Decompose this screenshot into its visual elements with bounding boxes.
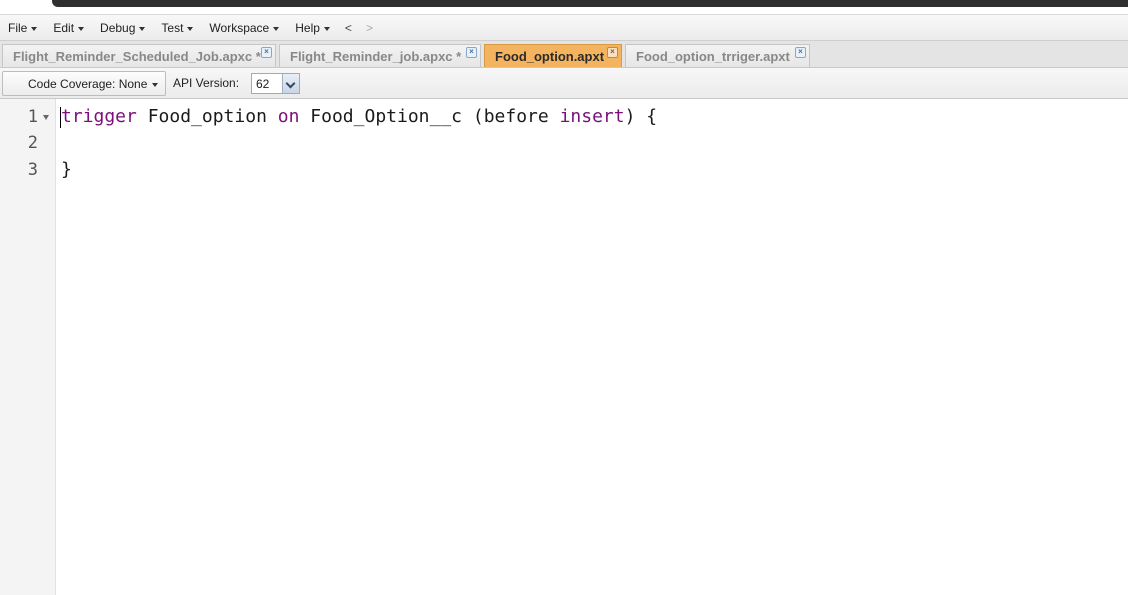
code-coverage-label: Code Coverage: None (28, 76, 148, 91)
identifier: Food_option (147, 106, 267, 127)
tab-label: Food_option_trriger.apxt (636, 48, 790, 64)
tab-food-option[interactable]: Food_option.apxt × (484, 44, 622, 67)
menu-bar: File Edit Debug Test Workspace Help < > (0, 14, 1128, 41)
code-coverage-dropdown[interactable]: Code Coverage: None (2, 71, 166, 96)
line-number-gutter: 1 2 3 (0, 99, 56, 595)
chevron-down-icon (31, 26, 38, 31)
tab-flight-reminder-scheduled-job[interactable]: Flight_Reminder_Scheduled_Job.apxc * × (2, 44, 276, 67)
chevron-down-icon (323, 26, 330, 31)
keyword: trigger (61, 106, 137, 127)
chevron-down-icon[interactable] (282, 74, 299, 93)
chevron-down-icon (152, 83, 158, 87)
menu-edit-label: Edit (53, 20, 75, 35)
line-number: 2 (27, 133, 38, 153)
line-number: 3 (27, 160, 38, 180)
menu-edit[interactable]: Edit (45, 14, 92, 41)
fold-arrow-icon[interactable] (43, 115, 49, 120)
text-cursor (60, 107, 61, 128)
code-editor[interactable]: 1 2 3 trigger Food_option on Food_Option… (0, 99, 1128, 595)
close-icon[interactable]: × (466, 47, 477, 58)
tab-label: Flight_Reminder_job.apxc * (290, 48, 462, 64)
code-text: ) { (624, 106, 658, 127)
chevron-down-icon (139, 26, 146, 31)
back-arrow-icon[interactable]: < (338, 21, 359, 35)
identifier: Food_Option__c (310, 106, 463, 127)
keyword: on (277, 106, 300, 127)
window-top-strip (0, 0, 1128, 14)
tab-label: Food_option.apxt (495, 48, 605, 64)
tab-food-option-trriger[interactable]: Food_option_trriger.apxt × (625, 44, 810, 67)
menu-file[interactable]: File (0, 14, 45, 41)
close-icon[interactable]: × (607, 47, 618, 58)
menu-help[interactable]: Help (287, 14, 338, 41)
code-line-3[interactable]: } (61, 159, 72, 180)
menu-debug-label: Debug (100, 20, 136, 35)
forward-arrow-icon[interactable]: > (359, 21, 380, 35)
api-version-label: API Version: (173, 76, 240, 90)
menu-workspace-label: Workspace (209, 20, 270, 35)
close-icon[interactable]: × (795, 47, 806, 58)
editor-toolbar: Code Coverage: None API Version: 62 (0, 68, 1128, 99)
tab-bar: Flight_Reminder_Scheduled_Job.apxc * × F… (0, 41, 1128, 68)
tab-label: Flight_Reminder_Scheduled_Job.apxc * (13, 48, 261, 64)
menu-workspace[interactable]: Workspace (201, 14, 287, 41)
api-version-select[interactable]: 62 (251, 73, 300, 94)
close-icon[interactable]: × (261, 47, 272, 58)
menu-debug[interactable]: Debug (92, 14, 153, 41)
browser-chrome-edge (52, 0, 1128, 7)
chevron-down-icon (78, 26, 85, 31)
chevron-down-icon (187, 26, 194, 31)
menu-file-label: File (8, 20, 28, 35)
keyword: insert (559, 106, 625, 127)
code-text: (before (472, 106, 549, 127)
menu-help-label: Help (295, 20, 320, 35)
api-version-value: 62 (256, 76, 270, 91)
menu-test[interactable]: Test (153, 14, 201, 41)
line-number: 1 (27, 107, 38, 127)
tab-flight-reminder-job[interactable]: Flight_Reminder_job.apxc * × (279, 44, 481, 67)
code-line-1[interactable]: trigger Food_option on Food_Option__c (b… (61, 106, 657, 127)
chevron-down-icon (273, 26, 280, 31)
menu-test-label: Test (161, 20, 184, 35)
